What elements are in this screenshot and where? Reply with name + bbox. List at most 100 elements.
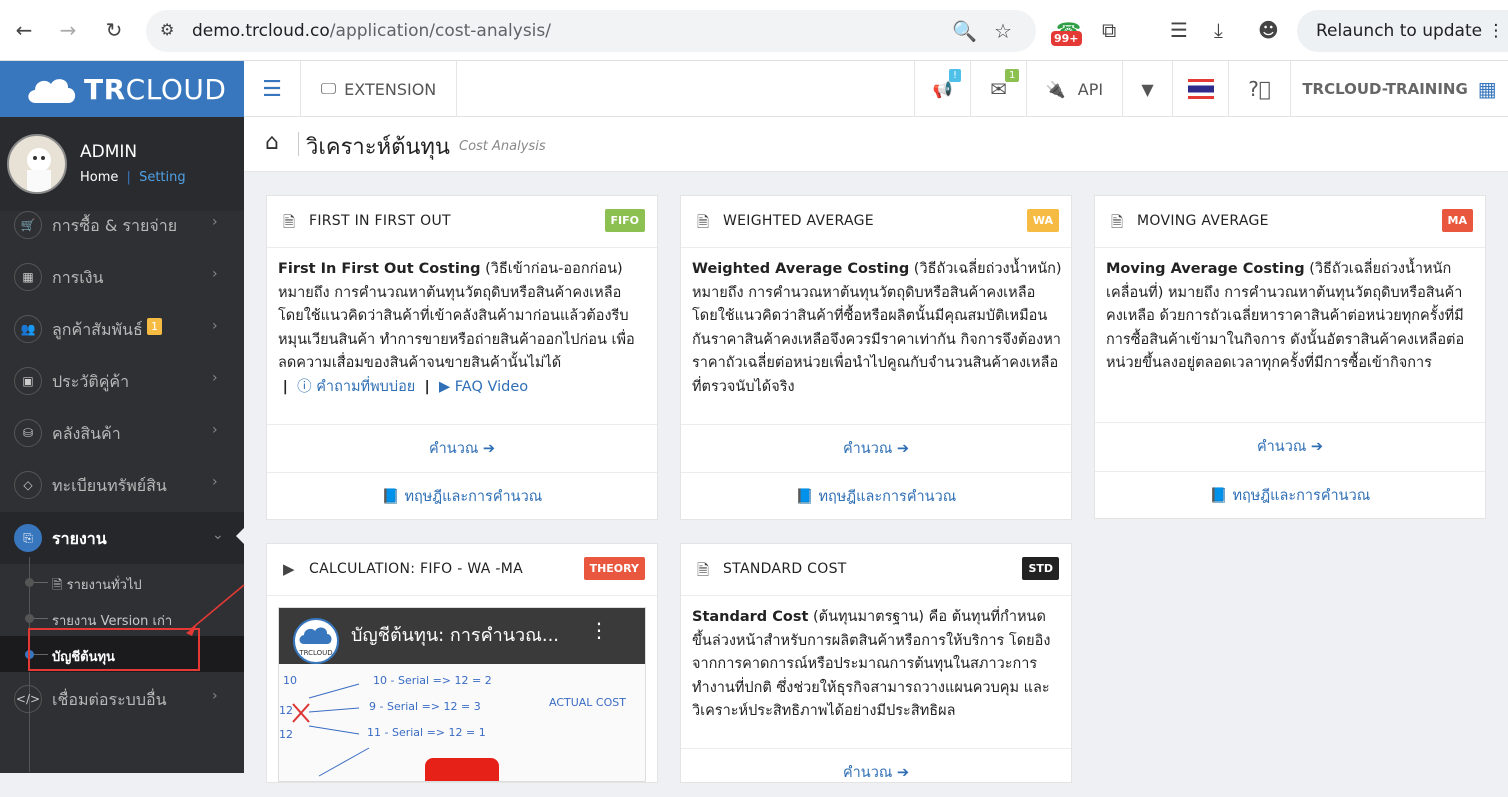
announcement-button[interactable]: 📢 ! bbox=[914, 61, 970, 117]
avatar[interactable] bbox=[7, 134, 67, 194]
extension-button[interactable]: 🖵 EXTENSION bbox=[300, 61, 456, 117]
brand-name: TRCLOUD bbox=[84, 73, 227, 106]
mail-button[interactable]: ✉ 1 bbox=[970, 61, 1026, 117]
whiteboard-drawing bbox=[292, 683, 370, 777]
bullet-icon bbox=[25, 578, 34, 587]
thai-flag-icon[interactable] bbox=[1172, 61, 1228, 117]
book-icon: 📘 bbox=[795, 489, 814, 505]
faq-link[interactable]: ⓘ คำถามที่พบบ่อย bbox=[297, 379, 415, 395]
calculate-button[interactable]: คำนวณ ➔ bbox=[681, 424, 1071, 473]
faq-video-link[interactable]: ▶ FAQ Video bbox=[439, 379, 528, 395]
document-icon: 🗎 bbox=[52, 578, 63, 593]
user-links: Home | Setting bbox=[80, 170, 186, 185]
profile-icon[interactable]: ☻ bbox=[1258, 18, 1279, 42]
document-icon: 🗎 bbox=[1111, 213, 1124, 231]
info-icon: ⓘ bbox=[297, 378, 312, 395]
sidebar-item-reports[interactable]: ⎘ รายงาน ⌄ bbox=[0, 512, 244, 564]
api-button[interactable]: 🔌 API bbox=[1026, 61, 1122, 117]
theory-button[interactable]: 📘 ทฤษฎีและการคำนวณ bbox=[681, 472, 1071, 521]
more-icon[interactable]: ⋮ bbox=[1488, 21, 1505, 41]
calculation-video-card: ▶ CALCULATION: FIFO - WA -MA THEORY TRCL… bbox=[266, 543, 658, 783]
hamburger-menu-icon[interactable]: ☰ bbox=[244, 61, 300, 117]
help-icon[interactable]: ?⃝ bbox=[1228, 61, 1290, 117]
youtube-play-button[interactable] bbox=[425, 758, 499, 781]
home-icon[interactable]: ⌂ bbox=[265, 130, 279, 155]
theory-button[interactable]: 📘 ทฤษฎีและการคำนวณ bbox=[267, 472, 657, 521]
sidebar-item-crm[interactable]: 👥 ลูกค้าสัมพันธ์ 1 › bbox=[0, 303, 244, 355]
company-switcher[interactable]: TRCLOUD-TRAINING ▦ bbox=[1290, 61, 1508, 117]
chevron-right-icon: › bbox=[212, 422, 218, 438]
reload-icon[interactable]: ↻ bbox=[102, 18, 126, 42]
contact-icon: ▣ bbox=[14, 367, 42, 395]
app-topbar: ☰ 🖵 EXTENSION 📢 ! ✉ 1 🔌 API ▼ ?⃝ TRCLOUD… bbox=[244, 61, 1508, 117]
brand-logo[interactable]: TRCLOUD bbox=[0, 61, 244, 117]
chevron-right-icon: › bbox=[212, 474, 218, 490]
user-panel: ADMIN Home | Setting bbox=[0, 117, 244, 211]
sidebar-collapse-tab[interactable] bbox=[236, 528, 244, 544]
cart-icon: 🛒 bbox=[14, 211, 42, 239]
calculate-button[interactable]: คำนวณ ➔ bbox=[267, 424, 657, 473]
book-icon: 📘 bbox=[381, 489, 400, 505]
card-description: Weighted Average Costing (วิธีถัวเฉลี่ยถ… bbox=[692, 261, 1062, 395]
dropdown-caret-icon[interactable]: ▼ bbox=[1122, 61, 1172, 117]
url-text[interactable]: demo.trcloud.co/application/cost-analysi… bbox=[192, 21, 551, 41]
wa-card: 🗎 WEIGHTED AVERAGE WA Weighted Average C… bbox=[680, 195, 1072, 520]
card-description: Standard Cost (ต้นทุนมาตรฐาน) คือ ต้นทุน… bbox=[692, 609, 1051, 719]
std-tag: STD bbox=[1022, 557, 1059, 580]
arrow-right-icon: ➔ bbox=[1310, 439, 1324, 455]
arrow-right-icon: ➔ bbox=[896, 765, 910, 781]
home-link[interactable]: Home bbox=[80, 170, 118, 185]
ma-tag: MA bbox=[1441, 209, 1473, 232]
bookmark-star-icon[interactable]: ☆ bbox=[994, 19, 1012, 43]
puzzle-icon[interactable]: ⧉ bbox=[1102, 18, 1116, 42]
book-icon: 📘 bbox=[1209, 488, 1228, 504]
document-icon: 🗎 bbox=[697, 213, 710, 231]
sidebar-item-purchase[interactable]: 🛒 การซื้อ & รายจ่าย › bbox=[0, 199, 244, 251]
report-icon: ⎘ bbox=[14, 524, 42, 552]
ma-card: 🗎 MOVING AVERAGE MA Moving Average Costi… bbox=[1094, 195, 1486, 519]
card-description: Moving Average Costing (วิธีถัวเฉลี่ยถ่ว… bbox=[1106, 261, 1465, 371]
bullet-icon bbox=[25, 614, 34, 623]
card-header: 🗎 WEIGHTED AVERAGE WA bbox=[681, 196, 1071, 248]
card-header: 🗎 STANDARD COST STD bbox=[681, 544, 1071, 596]
video-embed[interactable]: TRCLOUD บัญชีต้นทุน: การคำนวณ... ⋮ 10 10… bbox=[278, 607, 646, 782]
chevron-right-icon: › bbox=[212, 318, 218, 334]
relaunch-button[interactable]: Relaunch to update ⋮ bbox=[1297, 10, 1508, 52]
site-settings-icon[interactable]: ⚙ bbox=[160, 20, 174, 39]
chevron-down-icon: ⌄ bbox=[212, 527, 224, 543]
zoom-icon[interactable]: 🔍 bbox=[952, 19, 977, 43]
media-icon[interactable]: ☰ bbox=[1170, 18, 1188, 42]
document-icon: 🗎 bbox=[697, 561, 710, 579]
sidebar-item-partner-history[interactable]: ▣ ประวัติคู่ค้า › bbox=[0, 355, 244, 407]
calculate-button[interactable]: คำนวณ ➔ bbox=[1095, 422, 1485, 471]
setting-link[interactable]: Setting bbox=[139, 170, 186, 185]
standard-cost-card: 🗎 STANDARD COST STD Standard Cost (ต้นทุ… bbox=[680, 543, 1072, 783]
play-circle-icon: ▶ bbox=[439, 378, 451, 395]
crm-badge: 1 bbox=[147, 318, 162, 335]
card-header: 🗎 FIRST IN FIRST OUT FIFO bbox=[267, 196, 657, 248]
topbar-spacer bbox=[456, 61, 914, 117]
connector-line bbox=[34, 618, 48, 619]
sidebar-item-integrations[interactable]: </> เชื่อมต่อระบบอื่น › bbox=[0, 673, 244, 725]
arrow-right-icon: ➔ bbox=[482, 441, 496, 457]
theory-tag: THEORY bbox=[583, 557, 645, 580]
page-subtitle: Cost Analysis bbox=[459, 139, 546, 154]
building-icon: ▦ bbox=[1477, 77, 1497, 101]
card-header: 🗎 MOVING AVERAGE MA bbox=[1095, 196, 1485, 248]
divider bbox=[298, 132, 299, 156]
user-name: ADMIN bbox=[80, 142, 138, 162]
back-icon[interactable]: ← bbox=[12, 18, 36, 42]
forward-icon[interactable]: → bbox=[56, 18, 80, 42]
theory-button[interactable]: 📘 ทฤษฎีและการคำนวณ bbox=[1095, 471, 1485, 520]
download-icon[interactable]: ⤓ bbox=[1214, 18, 1223, 42]
fifo-tag: FIFO bbox=[604, 209, 645, 232]
users-icon: 👥 bbox=[14, 315, 42, 343]
address-bar[interactable]: ⚙ demo.trcloud.co/application/cost-analy… bbox=[146, 10, 1036, 52]
fifo-card: 🗎 FIRST IN FIRST OUT FIFO First In First… bbox=[266, 195, 658, 520]
sidebar-item-warehouse[interactable]: ⛁ คลังสินค้า › bbox=[0, 407, 244, 459]
sidebar-sub-general-report[interactable]: 🗎 รายงานทั่วไป bbox=[0, 564, 244, 600]
sidebar-item-finance[interactable]: ▦ การเงิน › bbox=[0, 251, 244, 303]
chevron-right-icon: › bbox=[212, 370, 218, 386]
sidebar-item-assets[interactable]: ◇ ทะเบียนทรัพย์สิน › bbox=[0, 459, 244, 511]
extension-badge: 99+ bbox=[1051, 31, 1082, 46]
